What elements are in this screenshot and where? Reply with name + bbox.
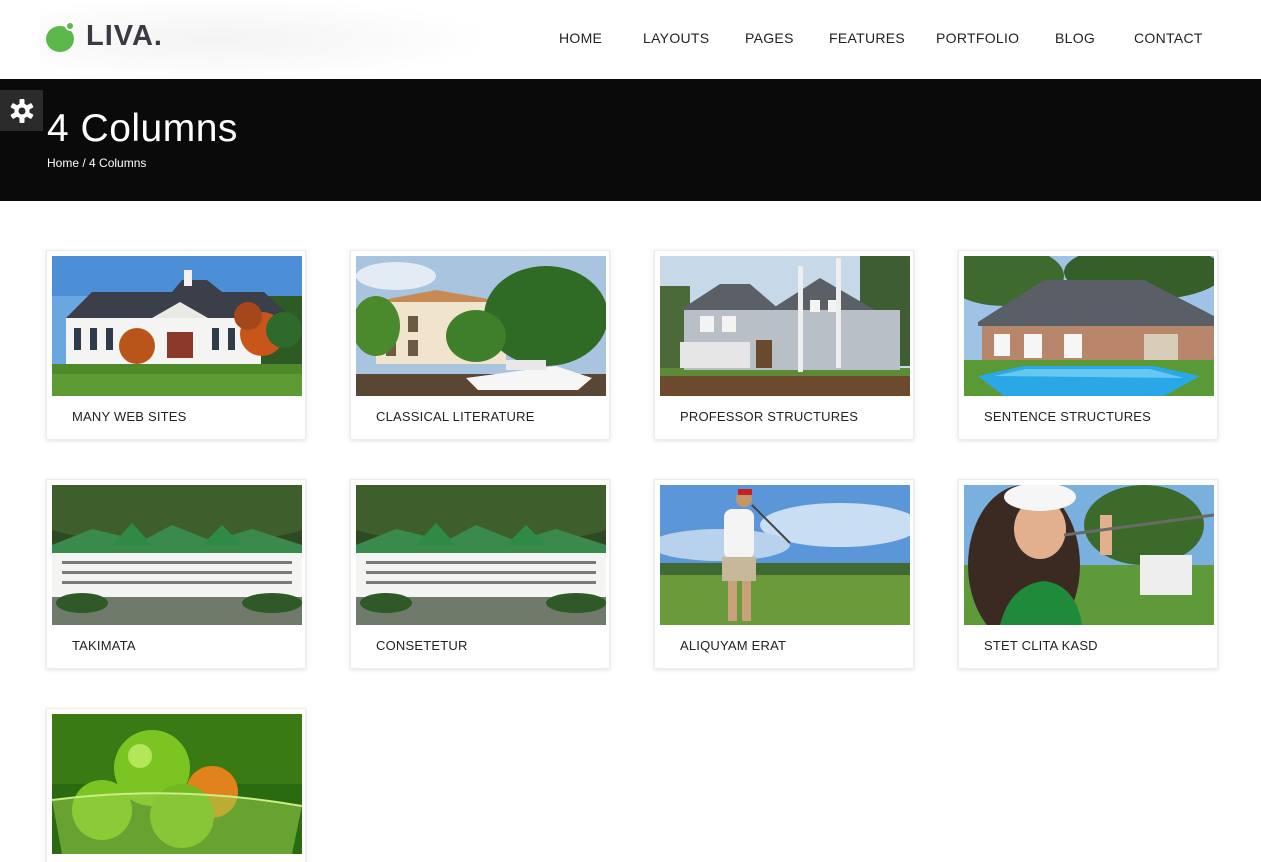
nav-portfolio[interactable]: PORTFOLIO: [936, 30, 1019, 46]
nav-contact[interactable]: CONTACT: [1134, 30, 1203, 46]
breadcrumb-separator: /: [82, 156, 86, 170]
portfolio-item[interactable]: MANY WEB SITES: [46, 250, 306, 440]
portfolio-image-villa: [356, 256, 606, 396]
breadcrumb: Home / 4 Columns: [47, 156, 146, 170]
portfolio-item[interactable]: CLASSICAL LITERATURE: [350, 250, 610, 440]
page-title-banner: 4 Columns Home / 4 Columns: [0, 79, 1261, 201]
portfolio-item-title: PROFESSOR STRUCTURES: [680, 409, 859, 424]
portfolio-image-apples: [52, 714, 302, 854]
portfolio-image-golfer: [660, 485, 910, 625]
portfolio-image-woman-golf: [964, 485, 1214, 625]
portfolio-image-gray-house: [660, 256, 910, 396]
portfolio-item[interactable]: PROFESSOR STRUCTURES: [654, 250, 914, 440]
portfolio-item[interactable]: SENTENCE STRUCTURES: [958, 250, 1218, 440]
portfolio-item-title: TAKIMATA: [72, 638, 136, 653]
portfolio-item[interactable]: CONSETETUR: [350, 479, 610, 669]
portfolio-image-hotel: [356, 485, 606, 625]
nav-layouts[interactable]: LAYOUTS: [643, 30, 709, 46]
portfolio-image-white-house: [52, 256, 302, 396]
portfolio-item[interactable]: [46, 708, 306, 862]
portfolio-item[interactable]: TAKIMATA: [46, 479, 306, 669]
portfolio-item-title: STET CLITA KASD: [984, 638, 1098, 653]
style-switcher-button[interactable]: [0, 90, 43, 131]
portfolio-image-hotel: [52, 485, 302, 625]
nav-blog[interactable]: BLOG: [1055, 30, 1095, 46]
breadcrumb-current: 4 Columns: [89, 156, 147, 170]
gear-icon: [10, 98, 33, 123]
nav-features[interactable]: FEATURES: [829, 30, 905, 46]
portfolio-item[interactable]: ALIQUYAM ERAT: [654, 479, 914, 669]
breadcrumb-home-link[interactable]: Home: [47, 156, 79, 170]
main-nav: HOME LAYOUTS PAGES FEATURES PORTFOLIO BL…: [0, 30, 1261, 50]
portfolio-item-title: ALIQUYAM ERAT: [680, 638, 787, 653]
nav-home[interactable]: HOME: [559, 30, 602, 46]
portfolio-item-title: MANY WEB SITES: [72, 409, 187, 424]
nav-pages[interactable]: PAGES: [745, 30, 794, 46]
site-header: LIVA. HOME LAYOUTS PAGES FEATURES PORTFO…: [0, 0, 1261, 79]
page-title: 4 Columns: [47, 107, 238, 150]
portfolio-item-title: SENTENCE STRUCTURES: [984, 409, 1152, 424]
portfolio-item-title: CLASSICAL LITERATURE: [376, 409, 535, 424]
portfolio-item-title: CONSETETUR: [376, 638, 468, 653]
portfolio-image-pool-house: [964, 256, 1214, 396]
portfolio-item[interactable]: STET CLITA KASD: [958, 479, 1218, 669]
